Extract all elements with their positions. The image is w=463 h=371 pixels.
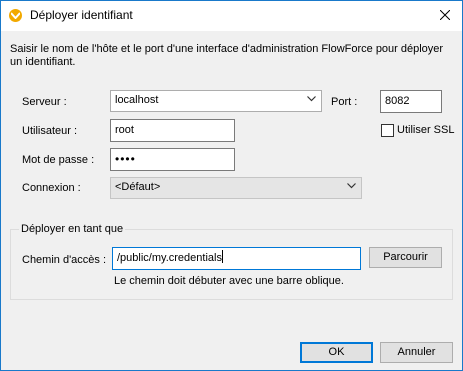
text-caret [221, 250, 223, 263]
close-icon [440, 10, 450, 20]
intro-text: Saisir le nom de l'hôte et le port d'une… [10, 43, 444, 68]
user-input[interactable]: root [110, 119, 235, 142]
cancel-button[interactable]: Annuler [380, 342, 453, 363]
ssl-label: Utiliser SSL [397, 124, 455, 136]
password-input[interactable]: •••• [110, 148, 235, 171]
path-input[interactable]: /public/my.credentials [112, 247, 361, 270]
server-combobox[interactable]: localhost [110, 90, 322, 112]
browse-button[interactable]: Parcourir [369, 247, 442, 268]
path-label: Chemin d'accès : [22, 254, 107, 266]
connection-combobox[interactable]: <Défaut> [110, 177, 362, 199]
title-bar[interactable]: Déployer identifiant [1, 1, 462, 31]
path-hint: Le chemin doit débuter avec une barre ob… [114, 275, 344, 287]
close-button[interactable] [434, 4, 456, 26]
ssl-checkbox[interactable] [381, 124, 394, 137]
window-title: Déployer identifiant [30, 8, 133, 22]
path-value: /public/my.credentials [117, 252, 222, 264]
connection-label: Connexion : [22, 182, 81, 194]
chevron-down-icon [307, 96, 316, 102]
port-input[interactable]: 8082 [380, 90, 442, 113]
connection-value: <Défaut> [115, 181, 161, 193]
user-label: Utilisateur : [22, 125, 78, 137]
port-label: Port : [331, 96, 358, 108]
deploy-group-title: Déployer en tant que [19, 223, 126, 235]
app-icon [9, 9, 22, 22]
password-label: Mot de passe : [22, 154, 95, 166]
ok-button[interactable]: OK [300, 342, 373, 363]
dialog-window: Déployer identifiant Saisir le nom de l'… [0, 0, 463, 371]
server-label: Serveur : [22, 96, 67, 108]
chevron-down-icon [347, 183, 356, 189]
server-value: localhost [115, 94, 159, 106]
